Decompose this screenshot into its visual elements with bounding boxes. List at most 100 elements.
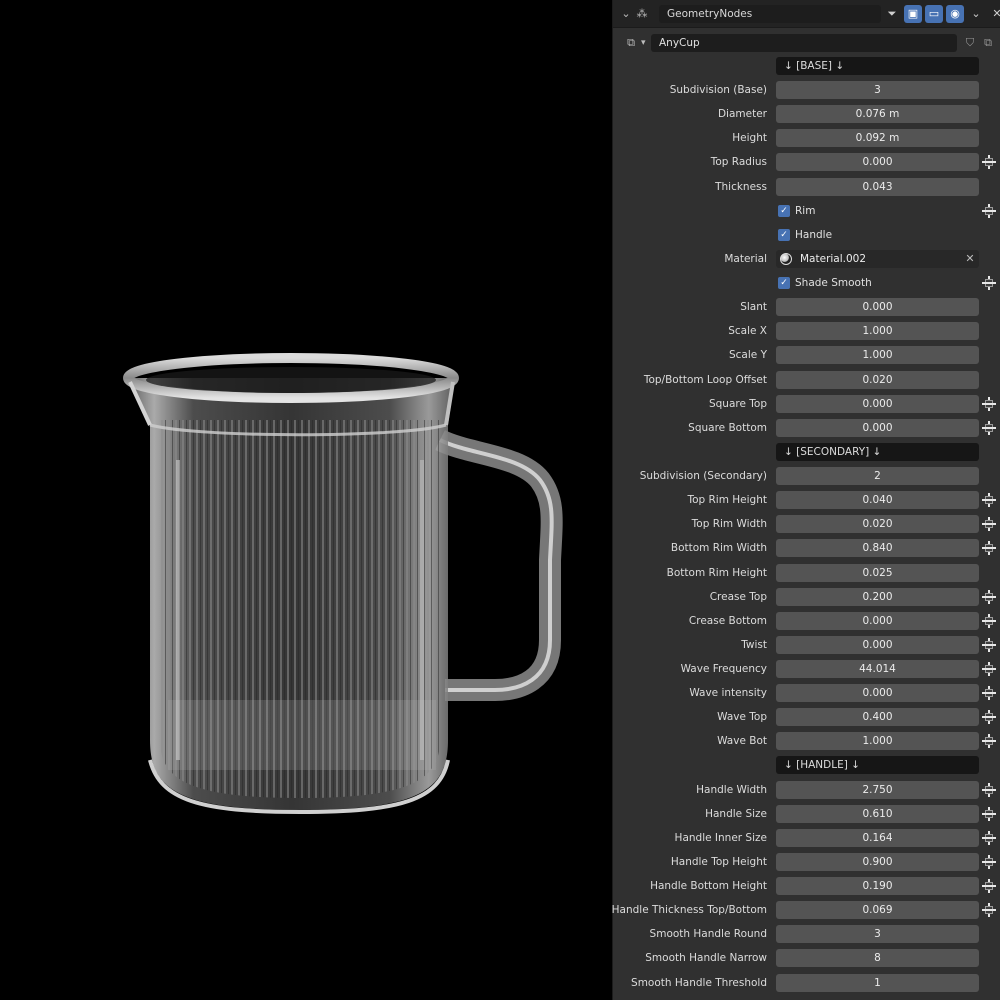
value-field[interactable]: 3 [776, 925, 979, 943]
material-field[interactable]: Material.002 [776, 250, 979, 268]
attribute-toggle-icon[interactable] [982, 590, 996, 604]
dropdown-chevron-icon[interactable]: ⌄ [967, 5, 985, 23]
modifier-name-field[interactable]: AnyCup [651, 34, 957, 52]
attribute-toggle-icon[interactable] [982, 204, 996, 218]
shield-icon[interactable]: ⛉ [961, 34, 979, 52]
value-field[interactable]: 0.000 [776, 395, 979, 413]
value-field[interactable]: 0.000 [776, 636, 979, 654]
value-field[interactable]: 1.000 [776, 322, 979, 340]
value-field[interactable]: 0.000 [776, 419, 979, 437]
value-field[interactable]: 0.000 [776, 153, 979, 171]
chevron-down-icon[interactable]: ⌄ [619, 7, 633, 21]
value-field[interactable]: 0.043 [776, 178, 979, 196]
checkbox[interactable]: ✓ [778, 277, 790, 289]
copy-icon[interactable]: ⧉ [979, 34, 997, 52]
property-label: Handle Width [696, 784, 767, 796]
value-field[interactable]: 0.000 [776, 684, 979, 702]
property-label: Top Radius [710, 156, 767, 168]
value-field[interactable]: 44.014 [776, 660, 979, 678]
property-row-handle-thickness-top-bottom: Handle Thickness Top/Bottom 0.069 [612, 900, 1000, 920]
edit-mode-icon[interactable]: ▣ [904, 5, 922, 23]
value-field[interactable]: 0.190 [776, 877, 979, 895]
section-handle: ↓ [HANDLE] ↓ [613, 755, 1000, 775]
value-field[interactable]: 0.000 [776, 298, 979, 316]
value-field[interactable]: 0.020 [776, 515, 979, 533]
funnel-icon[interactable]: ⏷ [883, 5, 901, 23]
value-field[interactable]: 0.092 m [776, 129, 979, 147]
attribute-toggle-icon[interactable] [982, 493, 996, 507]
value-field[interactable]: 2 [776, 467, 979, 485]
visibility-toggles: ⏷ ▣ ▭ ◉ ⌄ ✕ [883, 5, 1000, 23]
checkbox-label[interactable]: Handle [795, 225, 832, 245]
checkbox-label[interactable]: Shade Smooth [795, 273, 872, 293]
value-field[interactable]: 0.610 [776, 805, 979, 823]
value-field[interactable]: 8 [776, 949, 979, 967]
property-row-material: Material Material.002 ✕ [613, 249, 1000, 269]
attribute-toggle-icon[interactable] [982, 734, 996, 748]
attribute-toggle-icon[interactable] [982, 614, 996, 628]
render-camera-icon[interactable]: ◉ [946, 5, 964, 23]
property-row-bottom-rim-height: Bottom Rim Height 0.025 [613, 563, 1000, 583]
section-header[interactable]: ↓ [SECONDARY] ↓ [776, 443, 979, 461]
property-row-rim: ✓ Rim [613, 201, 1000, 221]
value-field[interactable]: 1.000 [776, 732, 979, 750]
value-field[interactable]: 0.020 [776, 371, 979, 389]
property-row-subdivision-secondary: Subdivision (Secondary) 2 [613, 466, 1000, 486]
attribute-toggle-icon[interactable] [982, 903, 996, 917]
property-row-smooth-handle-narrow: Smooth Handle Narrow 8 [613, 948, 1000, 968]
property-row-twist: Twist 0.000 [613, 635, 1000, 655]
attribute-toggle-icon[interactable] [982, 638, 996, 652]
value-field[interactable]: 0.164 [776, 829, 979, 847]
property-row-handle-size: Handle Size 0.610 [613, 804, 1000, 824]
checkbox[interactable]: ✓ [778, 205, 790, 217]
value-field[interactable]: 0.076 m [776, 105, 979, 123]
property-label: Handle Top Height [670, 856, 767, 868]
property-label: Handle Bottom Height [650, 880, 767, 892]
viewport-display-icon[interactable]: ▭ [925, 5, 943, 23]
attribute-toggle-icon[interactable] [982, 397, 996, 411]
attribute-toggle-icon[interactable] [982, 541, 996, 555]
attribute-toggle-icon[interactable] [982, 421, 996, 435]
attribute-toggle-icon[interactable] [982, 710, 996, 724]
property-label: Top Rim Width [691, 518, 767, 530]
value-field[interactable]: 0.900 [776, 853, 979, 871]
attribute-toggle-icon[interactable] [982, 662, 996, 676]
value-field[interactable]: 0.000 [776, 612, 979, 630]
checkbox[interactable]: ✓ [778, 229, 790, 241]
attribute-toggle-icon[interactable] [982, 807, 996, 821]
value-field[interactable]: 0.400 [776, 708, 979, 726]
value-field[interactable]: 1.000 [776, 346, 979, 364]
property-row-smooth-handle-round: Smooth Handle Round 3 [613, 924, 1000, 944]
node-group-field[interactable]: GeometryNodes [659, 5, 881, 23]
attribute-toggle-icon[interactable] [982, 831, 996, 845]
attribute-toggle-icon[interactable] [982, 155, 996, 169]
property-row-shade-smooth: ✓ Shade Smooth [613, 273, 1000, 293]
value-field[interactable]: 0.025 [776, 564, 979, 582]
value-field[interactable]: 0.069 [776, 901, 979, 919]
property-label: Height [732, 132, 767, 144]
section-header[interactable]: ↓ [HANDLE] ↓ [776, 756, 979, 774]
property-label: Crease Top [709, 591, 767, 603]
value-field[interactable]: 3 [776, 81, 979, 99]
property-label: Top/Bottom Loop Offset [643, 374, 767, 386]
value-field[interactable]: 0.200 [776, 588, 979, 606]
property-label: Smooth Handle Round [649, 928, 767, 940]
checkbox-label[interactable]: Rim [795, 201, 815, 221]
attribute-toggle-icon[interactable] [982, 517, 996, 531]
attribute-toggle-icon[interactable] [982, 783, 996, 797]
property-row-scale-x: Scale X 1.000 [613, 321, 1000, 341]
section-header[interactable]: ↓ [BASE] ↓ [776, 57, 979, 75]
attribute-toggle-icon[interactable] [982, 879, 996, 893]
value-field[interactable]: 0.040 [776, 491, 979, 509]
node-tree-icon[interactable]: ⧉ [623, 35, 639, 51]
close-icon[interactable]: ✕ [988, 5, 1000, 23]
3d-viewport[interactable] [0, 0, 612, 1000]
attribute-toggle-icon[interactable] [982, 276, 996, 290]
value-field[interactable]: 1 [776, 974, 979, 992]
attribute-toggle-icon[interactable] [982, 686, 996, 700]
unlink-material-icon[interactable]: ✕ [963, 250, 977, 268]
value-field[interactable]: 2.750 [776, 781, 979, 799]
value-field[interactable]: 0.840 [776, 539, 979, 557]
attribute-toggle-icon[interactable] [982, 855, 996, 869]
caret-down-icon[interactable]: ▾ [641, 35, 646, 51]
